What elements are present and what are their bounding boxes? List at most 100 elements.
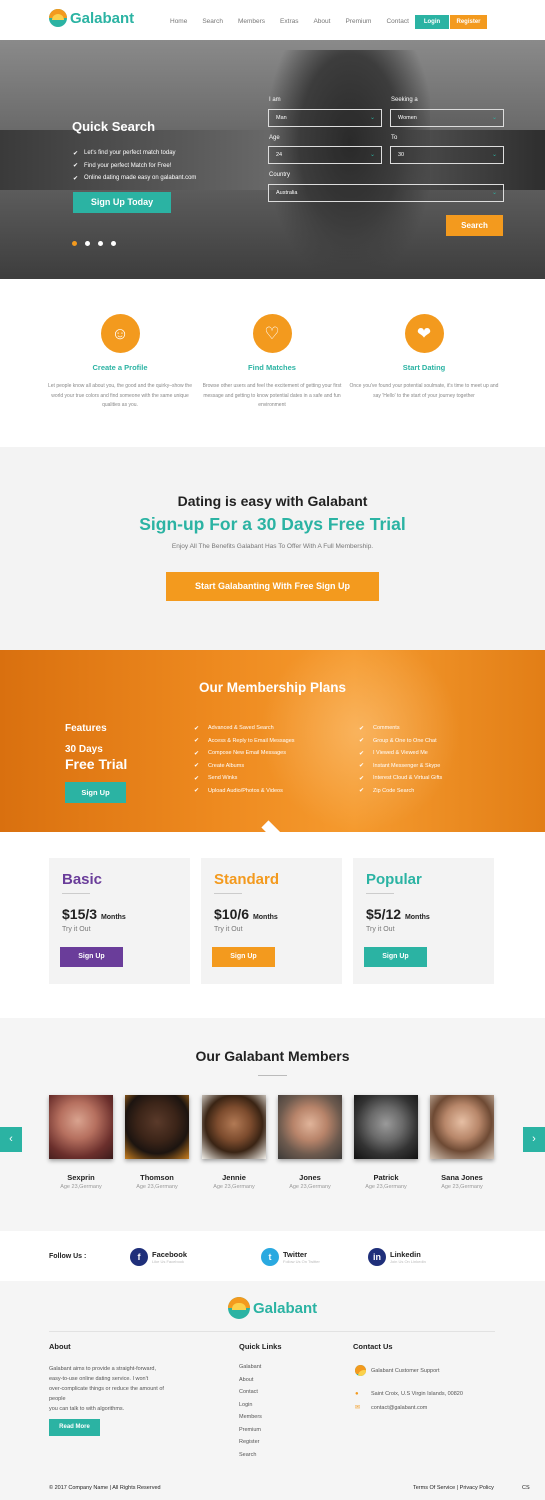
pricing-card-popular: Popular $5/12 Months Try it Out Sign Up [353,858,494,984]
member-card[interactable]: Jones Age 23,Germany [277,1095,343,1190]
plan-features-col2: ✔ Comments ✔ Group & One to One Chat ✔ I Vi… [359,722,442,797]
logo-icon [49,9,67,27]
chevron-down-icon: ⌄ [491,152,497,158]
plans-signup-button[interactable]: Sign Up [65,782,126,803]
hero-bullet: ✔ Find your perfect Match for Free! [73,162,172,170]
nav-members[interactable]: Members [238,18,265,25]
member-info: Age 23,Germany [441,1184,483,1190]
age-to-select[interactable]: 30 ⌄ [390,146,504,164]
contact-email[interactable]: ✉ contact@galabant.com [355,1404,427,1412]
carousel-dots [72,241,116,246]
twitter-link[interactable]: t Twitter Follow Us On Twitter [261,1248,320,1266]
footer-brand-name: Galabant [253,1299,318,1317]
nav-search[interactable]: Search [202,18,223,25]
check-icon: ✔ [73,150,79,157]
footer-link[interactable]: Premium [239,1427,262,1440]
check-icon: ✔ [73,163,79,170]
signup-today-button[interactable]: Sign Up Today [73,192,171,213]
member-info: Age 23,Germany [60,1184,102,1190]
brand-logo[interactable]: Galabant [49,9,134,27]
check-icon: ✔ [194,788,200,795]
copyright: © 2017 Company Name | All Rights Reserve… [49,1485,161,1491]
chevron-down-icon: ⌄ [369,115,375,121]
member-photo [202,1095,266,1159]
nav-extras[interactable]: Extras [280,18,298,25]
hero-couple-image [270,50,430,279]
chevron-down-icon: ⌄ [369,152,375,158]
read-more-button[interactable]: Read More [49,1419,100,1436]
basic-signup-button[interactable]: Sign Up [60,947,123,967]
i-am-select[interactable]: Man ⌄ [268,109,382,127]
member-name: Patrick [373,1173,399,1182]
check-icon: ✔ [359,750,365,757]
register-button[interactable]: Register [450,15,487,29]
contact-us-title: Contact Us [353,1342,393,1351]
popular-signup-button[interactable]: Sign Up [364,947,427,967]
plan-price: $5/12 Months [366,906,430,922]
nav-home[interactable]: Home [170,18,187,25]
footer-link[interactable]: Register [239,1439,262,1452]
member-card[interactable]: Thomson Age 23,Germany [124,1095,190,1190]
seeking-select[interactable]: Women ⌄ [390,109,504,127]
chevron-down-icon: ⌄ [491,190,497,196]
plan-price: $10/6 Months [214,906,278,922]
terms-privacy-links[interactable]: Terms Of Service | Privacy Policy [413,1485,494,1491]
plan-feature: ✔ Upload Audio/Photos & Videos [194,787,283,795]
member-photo [430,1095,494,1159]
carousel-dot[interactable] [98,241,103,246]
linkedin-link[interactable]: in Linkedin Join Us On Linkedin [368,1248,426,1266]
nav-about[interactable]: About [313,18,330,25]
plan-feature: ✔ Create Albums [194,762,245,770]
plan-feature: ✔ Instant Messenger & Skype [359,762,441,770]
member-card[interactable]: Jennie Age 23,Germany [201,1095,267,1190]
footer-link[interactable]: Galabant [239,1364,262,1377]
plan-feature: ✔ Compose New Email Messages [194,750,286,757]
search-button[interactable]: Search [446,215,503,236]
divider [62,893,90,894]
member-info: Age 23,Germany [213,1184,255,1190]
quick-links-title: Quick Links [239,1342,282,1351]
site-header: Galabant Home Search Members Extras Abou… [0,0,545,40]
check-icon: ✔ [194,738,200,745]
plan-features-col1: ✔ Advanced & Saved Search ✔ Access & Reply… [194,722,295,797]
footer-link[interactable]: About [239,1377,262,1390]
member-name: Thomson [140,1173,174,1182]
contact-address: ● Saint Croix, U.S Virgin Islands, 00820 [355,1391,463,1397]
nav-contact[interactable]: Contact [386,18,408,25]
login-button[interactable]: Login [415,15,449,29]
footer-logo[interactable]: Galabant [228,1297,317,1319]
prev-arrow-icon[interactable]: ‹ [0,1127,22,1152]
check-icon: ✔ [73,175,79,182]
plan-subtitle: Try it Out [214,926,243,933]
footer-link[interactable]: Login [239,1402,262,1415]
footer-link[interactable]: Search [239,1452,262,1465]
member-card[interactable]: Sexprin Age 23,Germany [48,1095,114,1190]
features-label: Features [65,723,107,734]
member-card[interactable]: Sana Jones Age 23,Germany [429,1095,495,1190]
standard-signup-button[interactable]: Sign Up [212,947,275,967]
feature-title: Find Matches [248,363,296,372]
footer-link[interactable]: Contact [239,1389,262,1402]
cs-label: CS [522,1485,530,1491]
free-signup-button[interactable]: Start Galabanting With Free Sign Up [166,572,379,601]
support-logo-icon [355,1365,371,1376]
trial-subheading: Sign-up For a 30 Days Free Trial [139,514,406,534]
carousel-dot[interactable] [111,241,116,246]
check-icon: ✔ [359,788,365,795]
carousel-dot[interactable] [85,241,90,246]
footer-link[interactable]: Members [239,1414,262,1427]
member-info: Age 23,Germany [365,1184,407,1190]
age-from-select[interactable]: 24 ⌄ [268,146,382,164]
seeking-label: Seeking a [391,97,418,103]
i-am-label: I am [269,97,281,103]
nav-premium[interactable]: Premium [345,18,371,25]
twitter-icon: t [261,1248,279,1266]
next-arrow-icon[interactable]: › [523,1127,545,1152]
plan-feature: ✔ Zip Code Search [359,787,415,795]
facebook-icon: f [130,1248,148,1266]
facebook-link[interactable]: f Facebook Like Us Facebook [130,1248,187,1266]
country-select[interactable]: Australia ⌄ [268,184,504,202]
member-card[interactable]: Patrick Age 23,Germany [353,1095,419,1190]
carousel-dot[interactable] [72,241,77,246]
plan-feature: ✔ Comments [359,725,400,732]
